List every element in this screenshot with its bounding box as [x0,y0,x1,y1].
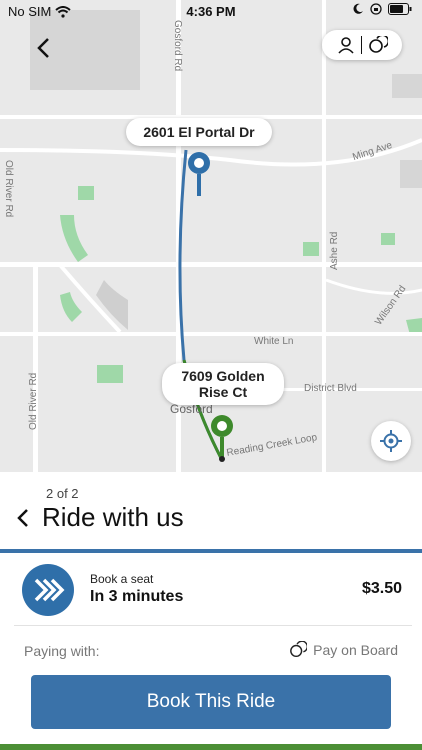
destination-label: 7609 Golden Rise Ct [162,363,284,405]
street-label-old-river-rd: Old River Rd [3,160,14,218]
street-label-district-blvd: District Blvd [304,383,357,394]
street-label-old-river-rd-lower: Old River Rd [28,372,39,430]
orientation-lock-icon [370,3,382,15]
payment-icon[interactable] [368,36,388,54]
chevrons-logo-icon [34,578,65,602]
bottom-accent-bar [0,744,422,750]
ride-option-label: Book a seat [90,572,154,586]
book-ride-button[interactable]: Book This Ride [31,675,391,729]
ride-option-price: $3.50 [361,580,402,597]
street-label-white-ln: White Ln [254,336,294,347]
service-logo [22,564,74,616]
origin-label: 2601 El Portal Dr [126,118,272,146]
chevron-left-icon[interactable] [14,506,32,530]
option-separator [14,625,412,626]
status-bar: No SIM 4:36 PM [0,0,422,22]
payment-method-label: Pay on Board [313,642,398,658]
ride-option-time: In 3 minutes [90,588,184,605]
back-icon [37,38,49,58]
payment-method-icon [290,641,308,658]
street-label-ashe-rd: Ashe Rd [329,231,340,270]
street-label-gosford-rd: Gosford Rd [172,20,183,72]
destination-label-text: 7609 Golden Rise Ct [181,368,265,400]
sheet-title: Ride with us [42,502,184,532]
payment-method-selector[interactable]: Pay on Board [289,641,398,659]
profile-icon[interactable] [337,36,355,54]
paying-with-label: Paying with: [24,643,100,659]
map-view[interactable]: Gosford Rd Ming Ave Old River Rd Ashe Rd… [0,0,422,472]
back-button[interactable] [30,34,58,62]
toggle-divider [360,36,362,54]
moon-icon [353,3,363,14]
sheet-header: Ride with us [14,502,184,533]
origin-label-text: 2601 El Portal Dr [143,124,255,140]
account-payment-toggle[interactable] [322,30,402,60]
battery-icon [388,3,412,15]
locate-icon [380,430,402,452]
status-right [352,3,412,15]
step-indicator: 2 of 2 [46,486,79,501]
locate-button[interactable] [371,421,411,461]
